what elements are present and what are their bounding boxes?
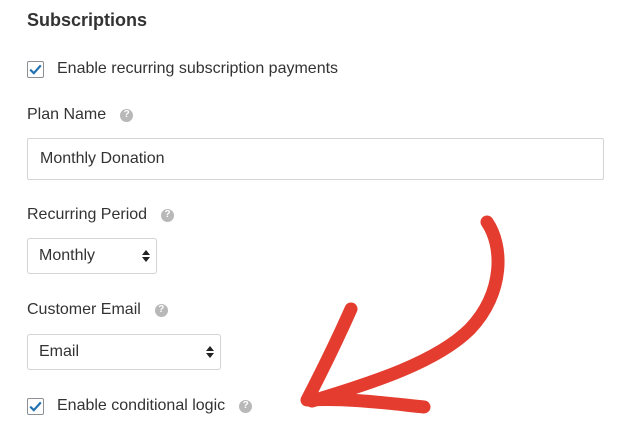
conditional-logic-row[interactable]: Enable conditional logic ?	[27, 397, 253, 415]
question-circle-icon[interactable]: ?	[161, 208, 175, 222]
recurring-period-select[interactable]: Monthly	[27, 238, 157, 274]
conditional-logic-checkbox[interactable]	[27, 397, 44, 415]
plan-name-label: Plan Name	[27, 106, 107, 123]
conditional-logic-label: Enable conditional logic	[57, 397, 226, 414]
customer-email-label: Customer Email	[27, 301, 141, 318]
question-circle-icon[interactable]: ?	[239, 399, 253, 413]
recurring-payments-label: Enable recurring subscription payments	[57, 60, 339, 77]
customer-email-label-row: Customer Email ?	[27, 301, 168, 319]
checkmark-icon	[29, 64, 42, 75]
checkmark-icon	[29, 401, 42, 412]
plan-name-input[interactable]: Monthly Donation	[27, 138, 604, 180]
question-circle-icon[interactable]: ?	[154, 303, 168, 317]
up-down-arrows-icon	[142, 250, 150, 262]
plan-name-label-row: Plan Name ?	[27, 106, 134, 124]
customer-email-select[interactable]: Email	[27, 334, 221, 370]
recurring-payments-row[interactable]: Enable recurring subscription payments	[27, 60, 338, 78]
up-down-arrows-icon	[206, 346, 214, 358]
customer-email-value: Email	[39, 343, 80, 360]
question-circle-icon[interactable]: ?	[120, 108, 134, 122]
recurring-period-label-row: Recurring Period ?	[27, 206, 175, 224]
recurring-period-label: Recurring Period	[27, 206, 148, 223]
section-title: Subscriptions	[27, 10, 148, 30]
subscriptions-panel: Subscriptions Enable recurring subscript…	[0, 0, 624, 431]
recurring-period-value: Monthly	[39, 247, 96, 264]
recurring-payments-checkbox[interactable]	[27, 60, 44, 78]
